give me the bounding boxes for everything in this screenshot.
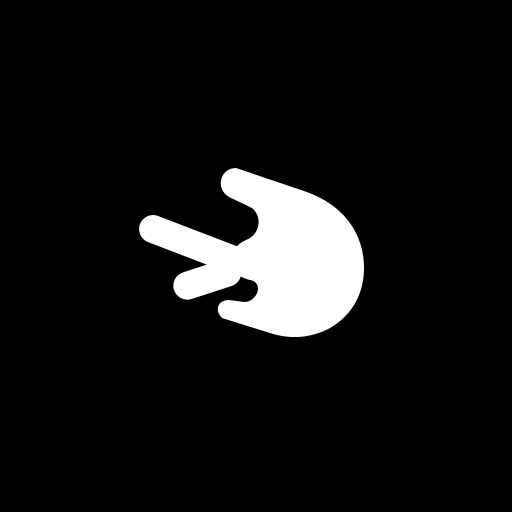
comet-logo-shape xyxy=(139,168,364,338)
comet-logo-icon xyxy=(139,168,364,338)
app-splash-screen xyxy=(0,0,512,512)
